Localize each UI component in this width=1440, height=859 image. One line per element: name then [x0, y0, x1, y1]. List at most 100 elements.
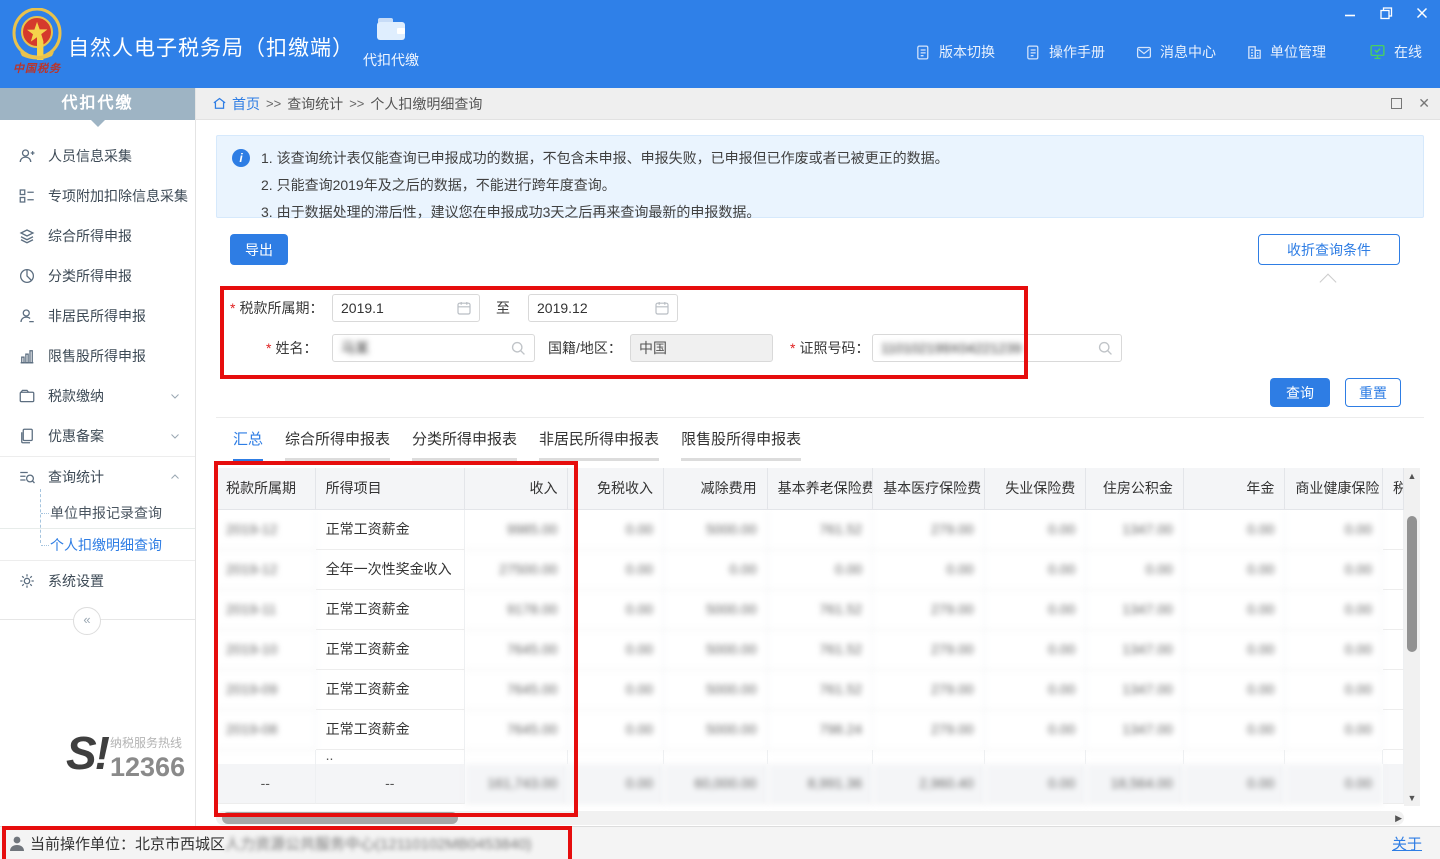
table-cell: 0.00 [768, 550, 874, 590]
minimize-button[interactable] [1342, 6, 1358, 20]
online-monitor-check-icon [1368, 43, 1387, 61]
sidebar-collapse-button[interactable]: « [73, 607, 101, 635]
scroll-right-icon[interactable]: ▶ [1395, 813, 1402, 824]
horizontal-scroll-thumb[interactable] [222, 812, 458, 824]
sidebar-item-special-deduction[interactable]: 专项附加扣除信息采集 [0, 176, 195, 216]
calendar-icon[interactable] [456, 300, 472, 316]
hotline-mark: S! [66, 726, 108, 780]
table-header-cell: 基本医疗保险费 [873, 468, 985, 510]
name-input[interactable]: 马某 [332, 334, 535, 362]
about-link[interactable]: 关于 [1392, 833, 1422, 854]
table-cell: 0.00 [568, 510, 664, 550]
nationality-label: 国籍/地区： [548, 334, 622, 362]
gear-icon [18, 572, 36, 590]
sidebar-item-restricted-shares[interactable]: 限售股所得申报 [0, 336, 195, 376]
table-cell: 0.00 [1184, 670, 1286, 710]
close-button[interactable] [1414, 6, 1430, 20]
table-cell: 0.00 [985, 630, 1087, 670]
period-from-input[interactable]: 2019.1 [332, 294, 480, 322]
panel-close-icon[interactable]: ✕ [1418, 97, 1430, 109]
nationality-value: 中国 [639, 338, 667, 358]
table-cell: 0.00 [985, 590, 1087, 630]
query-button[interactable]: 查询 [1270, 378, 1330, 407]
docs-icon [18, 427, 36, 445]
tab-summary[interactable]: 汇总 [233, 428, 263, 461]
table-cell: 7645.00 [465, 710, 569, 750]
sidebar-item-preferential-filing[interactable]: 优惠备案 [0, 416, 195, 456]
module-tab-daikoudaijiao[interactable]: 代扣代缴 [348, 14, 434, 70]
table-row[interactable]: 2019-11正常工资薪金9178.000.005000.00761.52279… [216, 590, 1404, 630]
sidebar-item-label: 查询统计 [48, 467, 104, 487]
table-cell: 279.00 [873, 630, 985, 670]
manual-button[interactable]: 操作手册 [1025, 42, 1105, 62]
sidebar-item-classified-income[interactable]: 分类所得申报 [0, 256, 195, 296]
panel-maximize-icon[interactable] [1391, 98, 1402, 109]
table-cell: 60,000.00 [664, 764, 768, 804]
sidebar-item-nonresident-income[interactable]: 非居民所得申报 [0, 296, 195, 336]
message-center-button[interactable]: 消息中心 [1135, 42, 1216, 62]
restore-button[interactable] [1378, 6, 1394, 20]
sidebar-item-query-statistics[interactable]: 查询统计 [0, 457, 195, 497]
tab-restricted-shares[interactable]: 限售股所得申报表 [681, 428, 801, 461]
table-cell: 0.00 [1285, 510, 1383, 550]
table-cell: 1347.00 [1086, 710, 1184, 750]
sidebar-subitem-unit-declaration-query[interactable]: 单位申报记录查询 [0, 497, 195, 528]
table-row[interactable]: 2019-09正常工资薪金7645.000.005000.00761.52279… [216, 670, 1404, 710]
vertical-scroll-thumb[interactable] [1407, 516, 1417, 652]
table-row[interactable]: 2019-08正常工资薪金7645.000.005000.00798.24279… [216, 710, 1404, 750]
breadcrumb-home-link[interactable]: 首页 [212, 94, 260, 114]
search-icon[interactable] [510, 340, 527, 357]
table-row[interactable]: 2019-10正常工资薪金7645.000.005000.00761.52279… [216, 630, 1404, 670]
vertical-scrollbar[interactable]: ▲ ▼ [1404, 468, 1420, 806]
sidebar-item-personnel-info[interactable]: 人员信息采集 [0, 136, 195, 176]
tax-bureau-emblem-logo [12, 8, 62, 60]
sidebar-menu: 人员信息采集 专项附加扣除信息采集 综合所得申报 [0, 120, 195, 620]
table-cell: 0.00 [1184, 764, 1286, 804]
table-row-clipped: .. [216, 750, 1404, 764]
table-cell: 279.00 [873, 710, 985, 750]
version-switch-label: 版本切换 [939, 42, 995, 62]
table-cell [985, 750, 1087, 764]
search-icon[interactable] [1097, 340, 1114, 357]
unit-management-button[interactable]: 单位管理 [1246, 42, 1326, 62]
version-switch-button[interactable]: 版本切换 [915, 42, 995, 62]
sidebar-item-tax-payment[interactable]: 税款缴纳 [0, 376, 195, 416]
table-cell: 279.00 [873, 590, 985, 630]
sidebar-group-query-statistics: 查询统计 单位申报记录查询 个人扣缴明细查询 [0, 456, 195, 561]
sidebar-item-label: 专项附加扣除信息采集 [48, 186, 188, 206]
sidebar-item-system-settings[interactable]: 系统设置 [0, 561, 195, 601]
table-header-cell: 减除费用 [664, 468, 768, 510]
table-cell: 761.52 [768, 510, 874, 550]
export-button[interactable]: 导出 [230, 234, 288, 265]
table-cell: 0.00 [1184, 550, 1286, 590]
scroll-up-icon[interactable]: ▲ [1404, 471, 1420, 481]
current-unit-text: 当前操作单位：北京市西城区人力资源公共服务中心(12110102MB045384… [30, 833, 532, 854]
table-cell: 1347.00 [1086, 630, 1184, 670]
tab-nonresident-income[interactable]: 非居民所得申报表 [539, 428, 659, 461]
online-status[interactable]: 在线 [1368, 42, 1422, 62]
sidebar-item-comprehensive-income[interactable]: 综合所得申报 [0, 216, 195, 256]
notice-line-2: 2. 只能查询2019年及之后的数据，不能进行跨年度查询。 [261, 172, 1423, 199]
horizontal-scrollbar[interactable]: ▶ [216, 811, 1404, 825]
calendar-icon[interactable] [654, 300, 670, 316]
sidebar-subitem-personal-withholding-query[interactable]: 个人扣缴明细查询 [0, 528, 195, 560]
table-cell [1383, 764, 1404, 804]
table-header-cell: 免税收入 [568, 468, 664, 510]
period-to-input[interactable]: 2019.12 [528, 294, 678, 322]
table-row[interactable]: 2019-12正常工资薪金9985.000.005000.00761.52279… [216, 510, 1404, 550]
tab-classified-income[interactable]: 分类所得申报表 [412, 428, 517, 461]
reset-button[interactable]: 重置 [1345, 378, 1401, 407]
table-cell: 0.00 [1285, 670, 1383, 710]
table-cell: 正常工资薪金 [316, 510, 465, 550]
table-cell: 2019-09 [216, 670, 316, 710]
collapse-query-button[interactable]: 收折查询条件 [1258, 234, 1400, 265]
sidebar-item-label: 优惠备案 [48, 426, 104, 446]
table-cell: 0.00 [1184, 710, 1286, 750]
table-header-cell: 税款所属期 [216, 468, 316, 510]
table-row[interactable]: 2019-12全年一次性奖金收入27500.000.000.000.000.00… [216, 550, 1404, 590]
table-cell: 2019-12 [216, 550, 316, 590]
tab-comprehensive-income[interactable]: 综合所得申报表 [285, 428, 390, 461]
table-cell: 9985.00 [465, 510, 569, 550]
scroll-down-icon[interactable]: ▼ [1404, 793, 1420, 803]
id-number-input[interactable]: 110102199X04221239 [872, 334, 1122, 362]
